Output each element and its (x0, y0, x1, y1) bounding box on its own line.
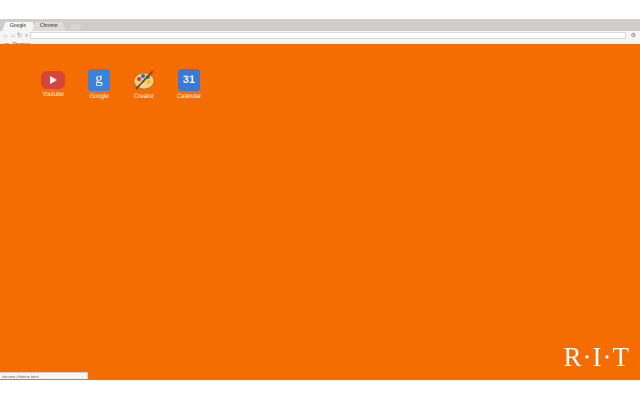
app-youtube[interactable]: Youtube (33, 69, 73, 99)
toolbar: ← → ↻ ⌕ ⚙ (0, 31, 640, 41)
app-label: Creator (133, 94, 154, 100)
calendar-icon-glyph: 31 (182, 74, 196, 86)
search-icon: ⌕ (25, 33, 29, 39)
app-calendar[interactable]: 31 Calendar (169, 69, 209, 101)
status-url: chrome://theme.html (0, 372, 88, 379)
rit-logo: R·I·T (563, 342, 630, 372)
new-tab-page: Youtube g Google Creator 31 Calendar R·I… (0, 44, 640, 380)
back-icon[interactable]: ← (3, 32, 9, 40)
address-bar[interactable] (30, 32, 626, 39)
app-label: Calendar (176, 94, 202, 100)
settings-icon[interactable]: ⚙ (631, 32, 636, 40)
palette-icon (132, 69, 156, 91)
app-creator[interactable]: Creator (124, 69, 164, 101)
app-label: Google (89, 94, 109, 100)
app-google[interactable]: g Google (79, 69, 119, 101)
calendar-icon: 31 (178, 69, 200, 91)
tab-chrome[interactable]: Chrome (32, 22, 66, 31)
forward-icon[interactable]: → (10, 32, 16, 40)
tab-google[interactable]: Google (2, 22, 36, 31)
reload-icon[interactable]: ↻ (17, 32, 22, 40)
app-label: Youtube (42, 92, 64, 98)
youtube-icon (41, 71, 65, 89)
browser-window: Google Chrome ← → ↻ ⌕ ⚙ Themes Youtube g… (0, 19, 640, 380)
google-icon: g (88, 69, 110, 91)
google-icon-glyph: g (95, 71, 103, 87)
new-tab-button[interactable] (68, 24, 82, 30)
tab-strip: Google Chrome (0, 19, 640, 31)
